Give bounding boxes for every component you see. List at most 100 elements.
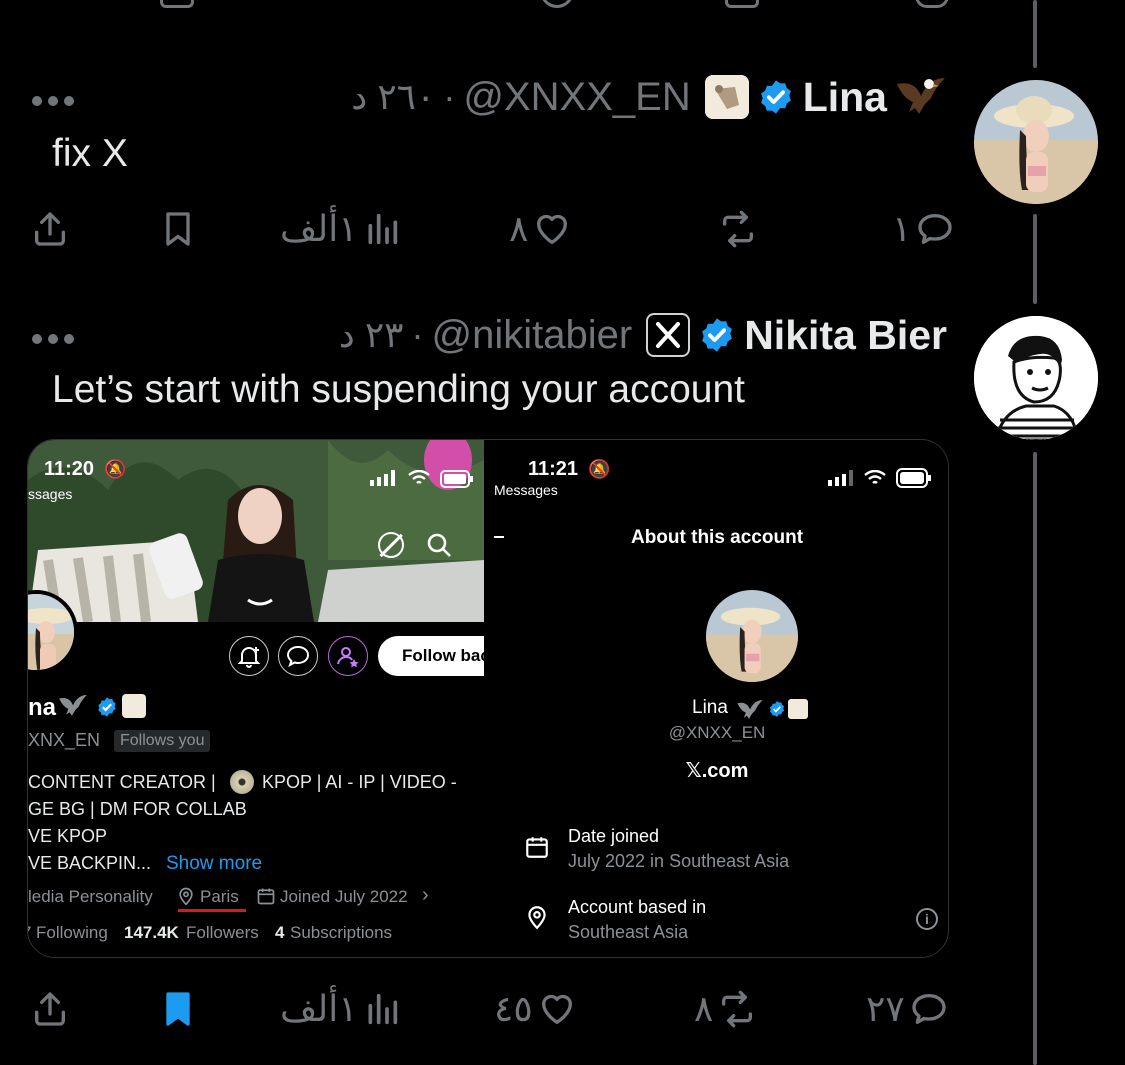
tweet1-repost-button[interactable]: [718, 206, 766, 252]
left-notify-button[interactable]: [229, 636, 269, 676]
profile-screenshot: 11:20 🔕 ssages Follow bac na XNX_EN Foll…: [28, 440, 484, 957]
tweet2-reply-count: ٢٧: [866, 988, 905, 1029]
left-foot-badge-icon: [122, 694, 146, 718]
location-pin-icon: [179, 887, 193, 906]
heart-icon: [541, 994, 572, 1024]
cd-emoji-icon: [230, 770, 254, 794]
tweet2-header: ٢٣ د · @nikitabier Nikita Bier: [339, 310, 947, 360]
profile-joined: Joined July 2022: [280, 887, 408, 906]
tweet1-like-button[interactable]: ٨: [505, 206, 572, 252]
location-red-underline: [178, 909, 246, 912]
tweet2-dot: ·: [411, 314, 424, 355]
tweet2-share-button[interactable]: [30, 986, 70, 1032]
bookmark-icon: [166, 212, 190, 246]
followers-count: 147.4K: [124, 923, 179, 942]
left-verified-icon: [98, 697, 116, 717]
left-hide-icon[interactable]: [378, 532, 404, 558]
left-back-label[interactable]: ssages: [28, 486, 72, 502]
thread-line-top: [1033, 0, 1037, 68]
about-foot-badge-icon: [788, 699, 808, 719]
verified-badge-icon: [702, 318, 733, 352]
calendar-icon: [257, 888, 275, 905]
tweet1-views-count: ١ألف: [280, 208, 358, 249]
account-based-location-icon: [528, 906, 546, 930]
tweet2-text: Let’s start with suspending your account: [52, 368, 746, 411]
bio-line-2: GE BG | DM FOR COLLAB: [28, 799, 247, 819]
left-signal-icon: [370, 470, 395, 486]
tweet1-more-button[interactable]: [32, 92, 76, 106]
right-status-time: 11:21: [528, 458, 579, 480]
tweet1-handle[interactable]: @XNXX_EN: [463, 75, 690, 120]
follows-you-badge: Follows you: [114, 730, 211, 752]
about-handle: @XNXX_EN: [668, 723, 766, 742]
views-chart-icon: [368, 993, 397, 1025]
profile-banner-image: [28, 440, 484, 622]
left-message-button[interactable]: [278, 636, 318, 676]
left-wifi-icon: [408, 470, 430, 484]
tweet2-media-card[interactable]: 11:20 🔕 ssages Follow bac na XNX_EN Foll…: [27, 439, 949, 958]
about-title: About this account: [630, 527, 804, 548]
tweet1-dot: ·: [443, 76, 456, 117]
x-logo-badge-icon[interactable]: [646, 313, 691, 357]
tweet2-bookmark-button[interactable]: [158, 986, 198, 1032]
tweet1-reply-button[interactable]: ١: [888, 206, 955, 252]
tweet2-like-count: ٤٥: [494, 988, 533, 1029]
tweet2-time[interactable]: ٢٣ د: [339, 314, 404, 356]
tweet2-views-button[interactable]: ١ألف: [276, 986, 402, 1032]
following-count: 7: [28, 923, 31, 943]
right-back-label[interactable]: Messages: [494, 482, 558, 498]
right-bell-mute-icon: 🔕: [588, 459, 611, 479]
avatar-nikita-bier[interactable]: [974, 316, 1098, 440]
tweet2-reply-button[interactable]: ٢٧: [862, 986, 949, 1032]
tweet2-views-count: ١ألف: [280, 988, 358, 1029]
joined-chevron-icon[interactable]: ›: [422, 884, 429, 907]
about-account-screenshot: 11:21 🔕 Messages About this account Lina…: [484, 440, 948, 957]
about-name: Lina: [692, 697, 728, 718]
thread-line-middle: [1033, 214, 1037, 304]
left-follow-back-button[interactable]: Follow bac: [378, 636, 484, 676]
tweet1-name[interactable]: Lina: [803, 74, 887, 121]
avatar-lina[interactable]: [974, 80, 1098, 204]
show-more-link[interactable]: Show more: [166, 853, 262, 875]
followers-label[interactable]: Followers: [186, 923, 259, 943]
views-chart-icon: [368, 213, 397, 245]
left-profile-name: na: [28, 694, 57, 721]
bookmark-filled-icon: [166, 992, 190, 1026]
following-label[interactable]: Following: [36, 923, 108, 943]
share-icon: [35, 992, 65, 1026]
info-icon[interactable]: i: [916, 908, 938, 930]
tweet2-repost-button[interactable]: ٨: [690, 986, 757, 1032]
account-based-label: Account based in: [568, 897, 707, 917]
profile-category: ledia Personality: [28, 887, 153, 906]
date-joined-calendar-icon: [526, 837, 548, 858]
tweet2-more-button[interactable]: [32, 330, 76, 344]
left-status-time: 11:20: [44, 458, 95, 480]
tweet1-views-button[interactable]: ١ألف: [276, 206, 402, 252]
tweet1-bookmark-button[interactable]: [158, 206, 198, 252]
left-search-icon[interactable]: [424, 530, 454, 560]
tweet1-share-button[interactable]: [30, 206, 70, 252]
tweet2-handle[interactable]: @nikitabier: [432, 313, 633, 358]
repost-icon: [722, 990, 753, 1028]
repost-icon: [723, 210, 753, 248]
bio-line-1b: KPOP | AI - IP | VIDEO -: [262, 772, 457, 792]
tweet2-repost-count: ٨: [694, 988, 714, 1029]
tweet1-text: fix X: [52, 132, 128, 175]
tweet2-like-button[interactable]: ٤٥: [490, 986, 577, 1032]
tweet1-time[interactable]: ٢٦٠ د: [351, 76, 435, 118]
left-bell-mute-icon: 🔕: [104, 459, 127, 479]
right-wifi-icon: [864, 470, 886, 484]
reply-icon: [918, 214, 953, 244]
bio-line-3: VE KPOP: [28, 826, 108, 846]
bio-line-1: CONTENT CREATOR |: [28, 772, 216, 792]
share-icon: [35, 212, 65, 246]
tweet1-reply-count: ١: [892, 208, 912, 249]
foot-badge-icon[interactable]: [704, 75, 749, 119]
date-joined-label: Date joined: [568, 826, 660, 846]
subscriptions-label[interactable]: Subscriptions: [290, 923, 392, 943]
tweet2-name[interactable]: Nikita Bier: [744, 312, 947, 359]
tweet1-like-count: ٨: [509, 208, 529, 249]
account-based-value: Southeast Asia: [568, 922, 689, 942]
left-subscribe-button[interactable]: [328, 636, 368, 676]
profile-location: Paris: [200, 887, 239, 906]
